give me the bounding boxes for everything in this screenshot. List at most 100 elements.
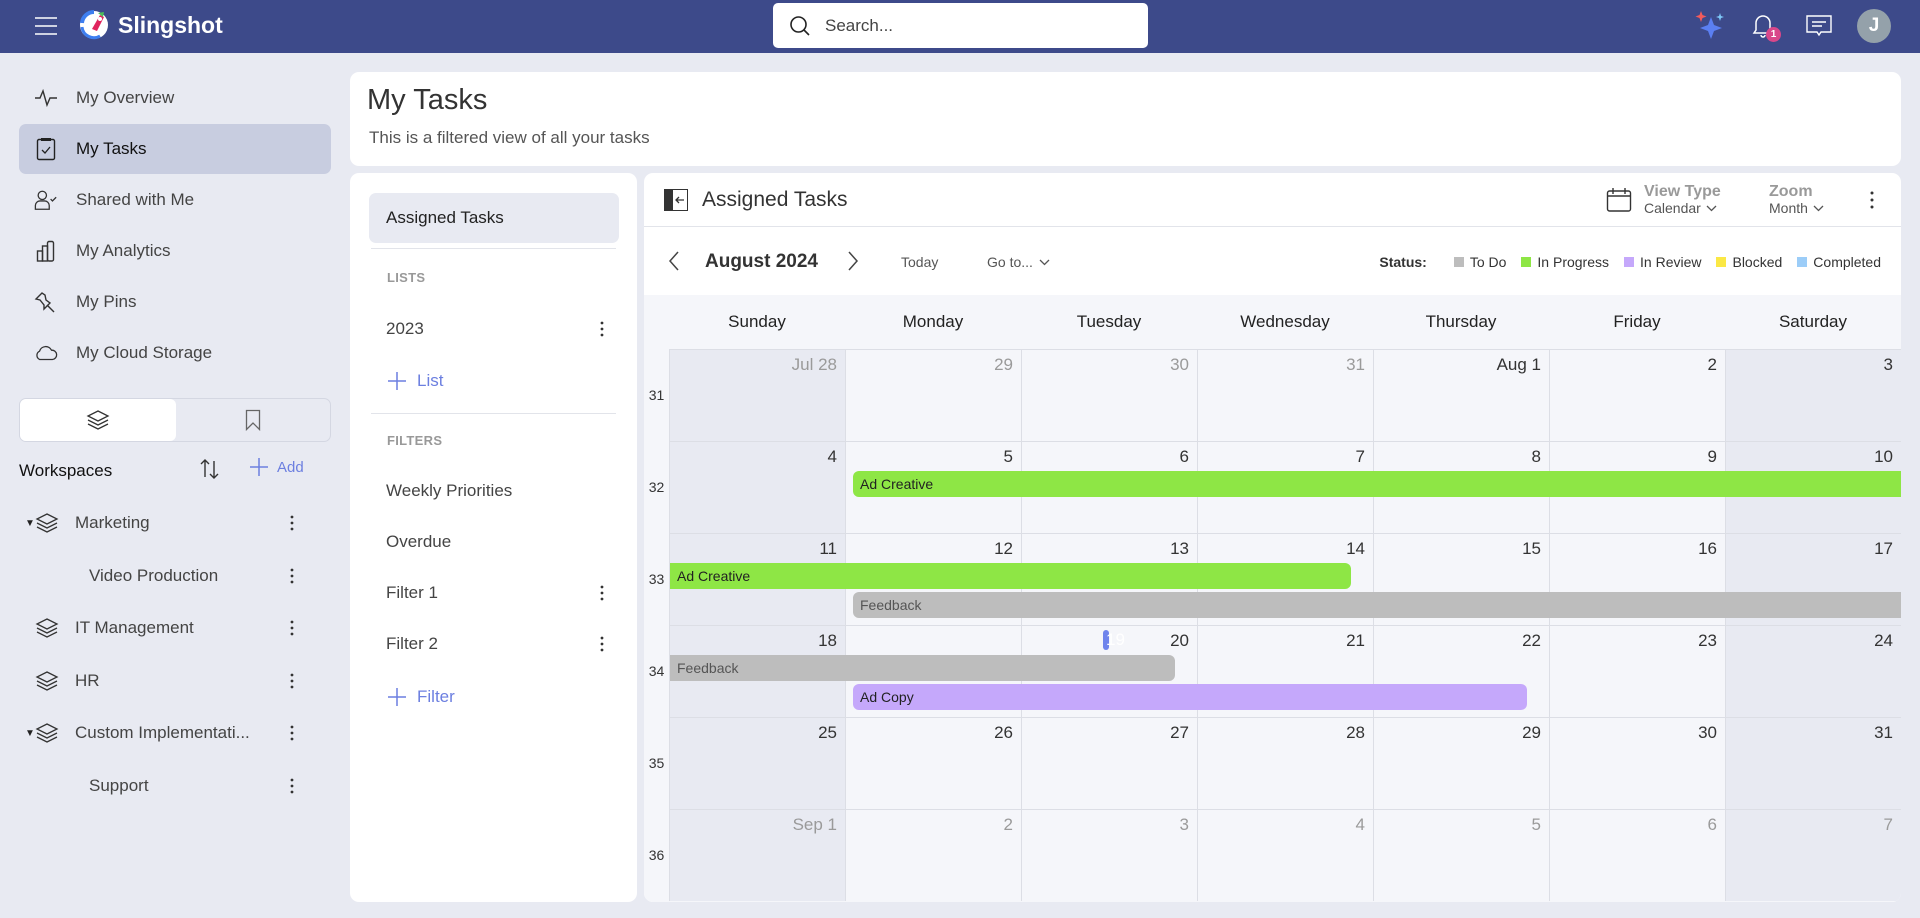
week-number: 33 — [648, 571, 665, 587]
calendar-day-cell[interactable]: 30 — [1549, 717, 1725, 809]
search-input[interactable] — [825, 15, 1125, 36]
calendar-day-cell[interactable]: Aug 1 — [1373, 349, 1549, 441]
view-type-dropdown[interactable]: View Type Calendar — [1606, 183, 1721, 217]
calendar-day-cell[interactable]: 2 — [845, 809, 1021, 901]
workspace-item[interactable]: IT Management — [19, 608, 319, 648]
filter-item[interactable]: Weekly Priorities — [369, 469, 619, 513]
add-workspace-button[interactable]: Add — [249, 457, 304, 477]
workspace-item[interactable]: ▼ Custom Implementati... — [19, 713, 319, 753]
notifications-bell-icon[interactable]: 1 — [1750, 11, 1781, 42]
calendar-day-cell[interactable]: 7 — [1725, 809, 1901, 901]
calendar-day-cell[interactable]: 3 — [1021, 809, 1197, 901]
list-item-2023[interactable]: 2023 — [369, 307, 619, 351]
date-number: Jul 28 — [791, 355, 837, 374]
filter-item[interactable]: Overdue — [369, 520, 619, 564]
pin-icon — [34, 290, 58, 314]
task-event-bar[interactable]: Feedback — [853, 592, 1901, 618]
workspaces-heading: Workspaces — [19, 461, 113, 480]
calendar-day-cell[interactable]: 29 — [1373, 717, 1549, 809]
more-vertical-icon[interactable] — [289, 618, 295, 638]
task-event-bar[interactable]: Feedback — [670, 655, 1175, 681]
app-logo[interactable]: Slingshot — [78, 9, 223, 41]
divider — [371, 413, 616, 414]
more-vertical-icon[interactable] — [599, 319, 605, 339]
calendar-day-cell[interactable]: Sep 1 — [669, 809, 845, 901]
sidebar-item-shared-with-me[interactable]: Shared with Me — [19, 175, 331, 225]
notification-badge: 1 — [1766, 27, 1781, 42]
sidebar-view-toggle — [19, 398, 331, 442]
date-number: 2 — [1707, 355, 1717, 374]
calendar-day-cell[interactable]: 26 — [845, 717, 1021, 809]
goto-dropdown[interactable]: Go to... — [987, 254, 1050, 270]
task-event-bar[interactable]: Ad Creative — [670, 563, 1351, 589]
calendar-day-cell[interactable]: 28 — [1197, 717, 1373, 809]
workspace-item[interactable]: Video Production — [19, 556, 319, 596]
add-filter-button[interactable]: Filter — [387, 687, 455, 707]
hamburger-menu-icon[interactable] — [34, 15, 58, 37]
calendar-day-cell[interactable]: 3 — [1725, 349, 1901, 441]
caret-down-icon[interactable]: ▼ — [25, 728, 35, 739]
next-month-button[interactable] — [847, 251, 859, 271]
more-vertical-icon[interactable] — [599, 583, 605, 603]
user-avatar[interactable]: J — [1857, 9, 1891, 43]
more-vertical-icon[interactable] — [599, 634, 605, 654]
calendar-day-cell[interactable]: 27 — [1021, 717, 1197, 809]
more-vertical-icon — [1869, 190, 1875, 210]
zoom-value: Month — [1769, 200, 1808, 216]
sidebar-item-my-tasks[interactable]: My Tasks — [19, 124, 331, 174]
filter-item[interactable]: Filter 2 — [369, 622, 619, 666]
caret-down-icon[interactable]: ▼ — [25, 518, 35, 529]
task-event-bar[interactable]: Ad Copy — [853, 684, 1527, 710]
more-vertical-icon[interactable] — [289, 776, 295, 796]
date-number: 29 — [1522, 723, 1541, 742]
view-type-label: View Type — [1644, 183, 1721, 200]
workspace-item[interactable]: Support — [19, 766, 319, 806]
calendar-day-cell[interactable]: 25 — [669, 717, 845, 809]
collapse-left-icon — [664, 189, 688, 211]
calendar-day-cell[interactable]: 2 — [1549, 349, 1725, 441]
task-event-bar[interactable]: Ad Creative — [853, 471, 1901, 497]
workspaces-tab[interactable] — [20, 399, 176, 441]
more-vertical-icon[interactable] — [289, 513, 295, 533]
workspace-label: Video Production — [89, 565, 219, 585]
collapse-panel-button[interactable] — [664, 189, 688, 211]
calendar-day-cell[interactable]: 31 — [1725, 717, 1901, 809]
calendar-day-cell[interactable]: 24 — [1725, 625, 1901, 717]
calendar-day-cell[interactable]: Jul 28 — [669, 349, 845, 441]
status-legend: Status: To Do In Progress In Review Blocked… — [1379, 254, 1881, 270]
assigned-tasks-item[interactable]: Assigned Tasks — [369, 193, 619, 243]
more-vertical-icon[interactable] — [289, 566, 295, 586]
previous-month-button[interactable] — [668, 251, 680, 271]
add-list-button[interactable]: List — [387, 371, 443, 391]
calendar-day-cell[interactable]: 6 — [1549, 809, 1725, 901]
sort-button[interactable] — [198, 457, 222, 481]
add-label: Add — [277, 458, 304, 476]
calendar-day-cell[interactable]: 30 — [1021, 349, 1197, 441]
calendar-day-cell[interactable]: 5 — [1373, 809, 1549, 901]
more-vertical-icon[interactable] — [289, 723, 295, 743]
day-of-week-header: Sunday — [728, 312, 786, 331]
sidebar-item-my-cloud-storage[interactable]: My Cloud Storage — [19, 328, 331, 378]
workspace-item[interactable]: ▼ Marketing — [19, 503, 319, 543]
sidebar-item-my-pins[interactable]: My Pins — [19, 277, 331, 327]
sidebar-item-my-analytics[interactable]: My Analytics — [19, 226, 331, 276]
zoom-dropdown[interactable]: Zoom Month — [1769, 183, 1824, 217]
today-button[interactable]: Today — [901, 254, 938, 270]
calendar-day-cell[interactable]: 29 — [845, 349, 1021, 441]
sidebar-item-my-overview[interactable]: My Overview — [19, 73, 331, 123]
sidebar-item-label: My Pins — [76, 292, 137, 311]
calendar-day-cell[interactable]: 23 — [1549, 625, 1725, 717]
calendar-day-cell[interactable]: 4 — [1197, 809, 1373, 901]
workspace-item[interactable]: HR — [19, 661, 319, 701]
more-vertical-icon[interactable] — [289, 671, 295, 691]
calendar-day-cell[interactable]: 31 — [1197, 349, 1373, 441]
ai-sparkle-icon[interactable] — [1694, 10, 1728, 40]
search-box[interactable] — [773, 3, 1148, 48]
messages-icon[interactable] — [1805, 14, 1833, 40]
calendar-header: Assigned Tasks View Type Calendar Zoom M… — [644, 173, 1901, 227]
bookmarks-tab[interactable] — [176, 399, 330, 441]
calendar-day-cell[interactable]: 4 — [669, 441, 845, 533]
more-options-button[interactable] — [1869, 190, 1875, 210]
chevron-left-icon — [668, 251, 680, 271]
filter-item[interactable]: Filter 1 — [369, 571, 619, 615]
